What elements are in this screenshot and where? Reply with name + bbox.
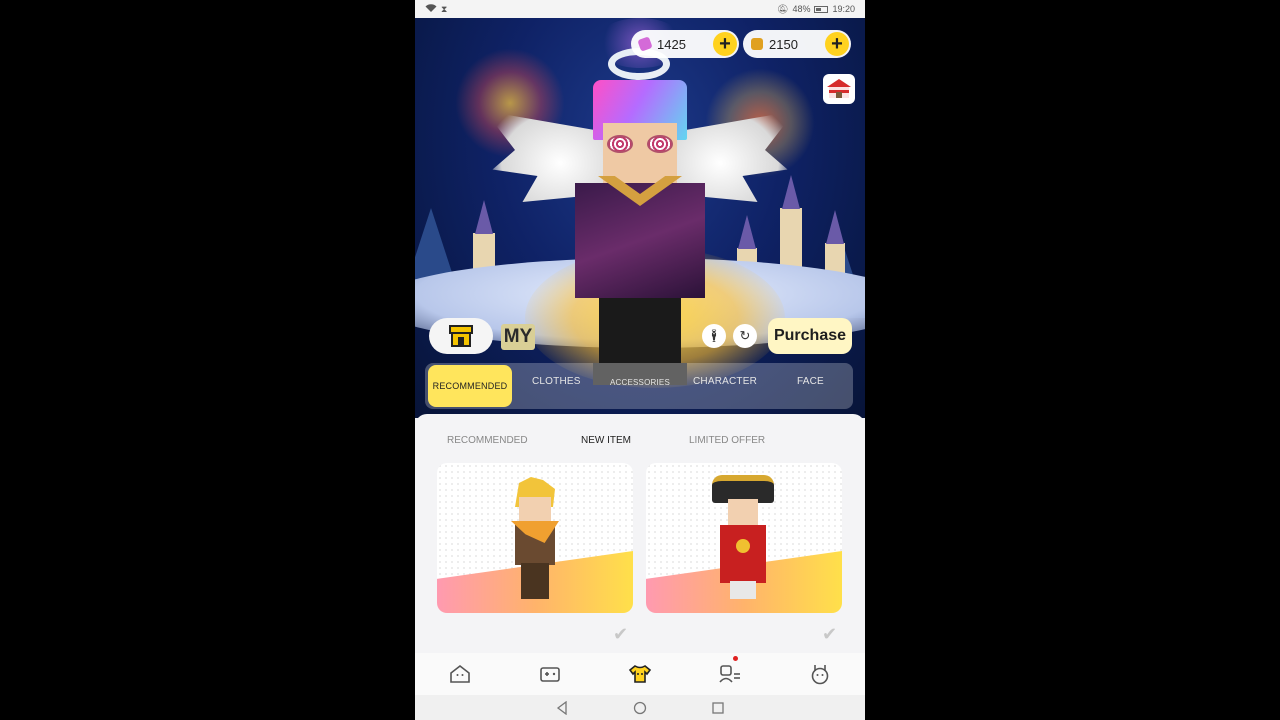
status-bar: ⧗ 🔕︎ 48% 19:20 (415, 0, 865, 18)
nav-dressup[interactable] (620, 654, 660, 694)
refresh-icon: ↻ (739, 328, 751, 343)
battery-level: 48% (792, 4, 811, 14)
item-card-red-emperor[interactable] (646, 463, 842, 613)
gem-amount: 1425 (657, 36, 686, 52)
spiral-glasses (607, 135, 673, 153)
castle-roof (738, 215, 756, 249)
tshirt-icon (628, 665, 652, 683)
gem-balance: 1425 + (631, 30, 739, 58)
tab-face[interactable]: FACE (797, 376, 824, 387)
friends-icon (719, 665, 740, 683)
purchase-button[interactable]: Purchase (768, 318, 852, 354)
my-items-button[interactable]: MY (501, 324, 535, 350)
pose-button[interactable]: 🕴︎ (702, 324, 726, 348)
nav-profile[interactable] (800, 654, 840, 694)
add-cubes-button[interactable]: + (825, 32, 849, 56)
nav-friends[interactable] (710, 654, 750, 694)
item-figure-body (720, 525, 766, 583)
clock: 19:20 (832, 4, 855, 14)
home-icon (450, 664, 470, 683)
system-navigation (415, 695, 865, 720)
tab-clothes[interactable]: CLOTHES (532, 376, 581, 387)
tab-character[interactable]: CHARACTER (693, 376, 757, 387)
cube-amount: 2150 (769, 36, 798, 52)
nav-home[interactable] (440, 654, 480, 694)
item-figure-legs (730, 581, 756, 599)
gamepad-icon (540, 667, 560, 682)
store-house-icon (827, 79, 851, 98)
bottom-navigation (415, 653, 865, 695)
item-figure-head (728, 499, 758, 527)
avatar-preview-scene: 1425 + 2150 + MY 🕴︎ ↻ Purchase RECOMMEND… (415, 18, 865, 418)
store-panel: RECOMMENDED NEW ITEM LIMITED OFFER ✔ ✔ (415, 414, 865, 654)
castle-roof (826, 210, 844, 244)
item-figure-head (519, 497, 551, 525)
ticket-icon (637, 36, 653, 52)
store-house-button[interactable] (823, 74, 855, 104)
shop-icon (449, 325, 473, 347)
castle-roof (475, 200, 493, 234)
owned-check-icon: ✔ (822, 624, 838, 644)
avatar-face (603, 123, 677, 185)
item-card-blonde-adventurer[interactable] (437, 463, 633, 613)
subtab-limited-offer[interactable]: LIMITED OFFER (689, 435, 765, 446)
hourglass-icon: ⧗ (441, 3, 448, 14)
phone-screen: ⧗ 🔕︎ 48% 19:20 1425 + 2150 + MY 🕴︎ ↻ Pur… (415, 0, 865, 720)
tab-recommended[interactable]: RECOMMENDED (428, 365, 512, 407)
wifi-icon (425, 3, 437, 15)
item-figure-medal (736, 539, 750, 553)
recents-icon[interactable] (711, 701, 725, 715)
item-figure-legs (521, 563, 549, 599)
category-tabs: RECOMMENDED CLOTHES ACCESSORIES CHARACTE… (425, 363, 853, 409)
cube-icon (751, 38, 763, 50)
mute-icon: 🔕︎ (777, 3, 789, 14)
cube-balance: 2150 + (743, 30, 851, 58)
home-circle-icon[interactable] (633, 701, 647, 715)
battery-icon (814, 5, 829, 13)
figure-icon: 🕴︎ (705, 328, 723, 343)
notification-badge (733, 656, 738, 661)
shop-toggle-button[interactable] (429, 318, 493, 354)
add-gems-button[interactable]: + (713, 32, 737, 56)
nav-games[interactable] (530, 654, 570, 694)
refresh-button[interactable]: ↻ (733, 324, 757, 348)
back-icon[interactable] (555, 700, 569, 715)
profile-icon (811, 665, 829, 685)
castle-roof (782, 175, 800, 209)
subtab-new-item[interactable]: NEW ITEM (581, 435, 631, 446)
subtab-recommended[interactable]: RECOMMENDED (447, 435, 528, 446)
owned-check-icon: ✔ (613, 624, 629, 644)
tab-accessories[interactable]: ACCESSORIES (610, 378, 670, 387)
